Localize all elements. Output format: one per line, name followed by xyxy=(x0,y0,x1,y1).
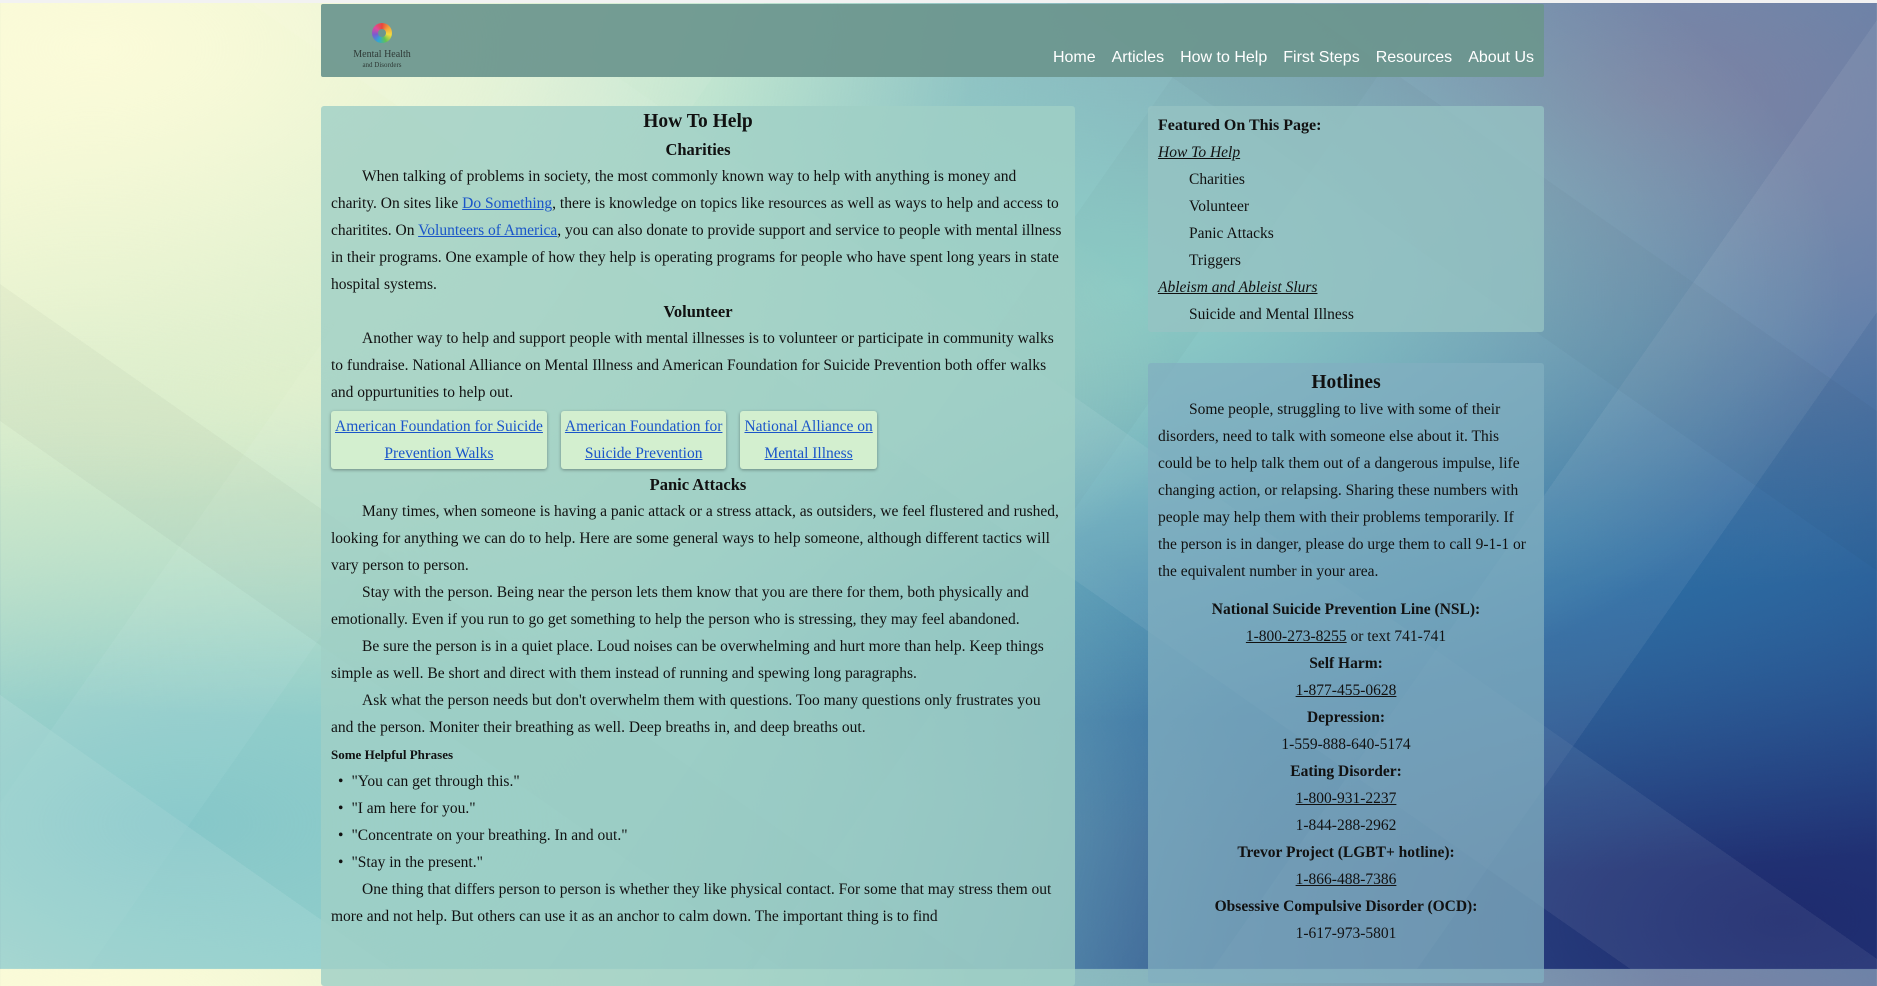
phrases-heading: Some Helpful Phrases xyxy=(331,747,454,762)
featured-link-how-to-help[interactable]: How To Help xyxy=(1158,139,1534,166)
featured-heading: Featured On This Page: xyxy=(1158,117,1322,134)
afsp-walks-line2: Prevention Walks xyxy=(384,445,494,462)
hotlines-intro: Some people, struggling to live with som… xyxy=(1158,401,1526,580)
nami-line1: National Alliance on xyxy=(744,418,873,435)
ocd-label: Obsessive Compulsive Disorder (OCD): xyxy=(1214,898,1478,915)
nav-how-to-help[interactable]: How to Help xyxy=(1180,48,1267,68)
nami-button[interactable]: National Alliance on Mental Illness xyxy=(740,411,877,469)
nami-line2: Mental Illness xyxy=(764,445,853,462)
volunteers-of-america-link[interactable]: Volunteers of America xyxy=(418,222,557,239)
featured-sub-volunteer[interactable]: Volunteer xyxy=(1158,193,1534,220)
self-harm-label: Self Harm: xyxy=(1309,655,1383,672)
nsl-number[interactable]: 1-800-273-8255 xyxy=(1246,628,1347,645)
list-item: "Concentrate on your breathing. In and o… xyxy=(331,822,1065,849)
eating-disorder-number-1[interactable]: 1-800-931-2237 xyxy=(1296,790,1397,807)
volunteer-paragraph: Another way to help and support people w… xyxy=(331,330,1054,401)
logo-title: Mental Health xyxy=(353,49,411,60)
nsl-label: National Suicide Prevention Line (NSL): xyxy=(1211,601,1481,618)
charities-heading: Charities xyxy=(665,140,731,159)
panic-paragraph-4: Ask what the person needs but don't over… xyxy=(331,692,1041,736)
volunteer-links: American Foundation for Suicide Preventio… xyxy=(331,411,1065,469)
eating-disorder-number-2: 1-844-288-2962 xyxy=(1295,817,1397,834)
nav-articles[interactable]: Articles xyxy=(1112,48,1164,68)
nav-first-steps[interactable]: First Steps xyxy=(1283,48,1359,68)
depression-number: 1-559-888-640-5174 xyxy=(1281,736,1411,753)
list-item: "Stay in the present." xyxy=(331,849,1065,876)
featured-box: Featured On This Page: How To Help Chari… xyxy=(1148,106,1544,332)
hotlines-box: Hotlines Some people, struggling to live… xyxy=(1148,363,1544,983)
nami-link[interactable]: National Alliance on Mental Illness xyxy=(744,418,872,462)
afsp-walks-button[interactable]: American Foundation for Suicide Preventio… xyxy=(331,411,547,469)
panic-paragraph-1: Many times, when someone is having a pan… xyxy=(331,503,1059,574)
panic-paragraph-3: Be sure the person is in a quiet place. … xyxy=(331,638,1044,682)
top-strip xyxy=(0,0,1877,3)
featured-sub-charities[interactable]: Charities xyxy=(1158,166,1534,193)
main-nav: Home Articles How to Help First Steps Re… xyxy=(1053,48,1544,68)
hotlines-list: National Suicide Prevention Line (NSL): … xyxy=(1158,596,1534,947)
logo-ring-icon xyxy=(372,23,392,43)
panic-heading: Panic Attacks xyxy=(649,475,747,494)
eating-disorder-label: Eating Disorder: xyxy=(1290,763,1402,780)
panic-paragraph-5: One thing that differs person to person … xyxy=(331,881,1052,925)
hotlines-heading: Hotlines xyxy=(1311,372,1381,393)
afsp-walks-line1: American Foundation for Suicide xyxy=(335,418,543,435)
panic-paragraph-2: Stay with the person. Being near the per… xyxy=(331,584,1029,628)
featured-sub-triggers[interactable]: Triggers xyxy=(1158,247,1534,274)
afsp-line1: American Foundation for xyxy=(564,418,723,435)
afsp-link[interactable]: American Foundation for Suicide Preventio… xyxy=(565,418,723,462)
list-item: "I am here for you." xyxy=(331,795,1065,822)
logo-subtitle: and Disorders xyxy=(362,61,402,69)
depression-label: Depression: xyxy=(1306,709,1386,726)
trevor-number[interactable]: 1-866-488-7386 xyxy=(1296,871,1397,888)
nsl-line: 1-800-273-8255 or text 741-741 xyxy=(1158,623,1534,650)
phrases-list: "You can get through this." "I am here f… xyxy=(331,768,1065,876)
afsp-line2: Suicide Prevention xyxy=(584,445,703,462)
site-logo[interactable]: Mental Health and Disorders xyxy=(345,18,425,76)
site-header: Mental Health and Disorders Home Article… xyxy=(321,4,1544,77)
charities-paragraph: When talking of problems in society, the… xyxy=(331,163,1065,298)
featured-sub-suicide[interactable]: Suicide and Mental Illness xyxy=(1158,301,1534,328)
afsp-walks-link[interactable]: American Foundation for Suicide Preventio… xyxy=(335,418,543,462)
ocd-number: 1-617-973-5801 xyxy=(1295,925,1397,942)
do-something-link[interactable]: Do Something xyxy=(462,195,552,212)
featured-sub-panic-attacks[interactable]: Panic Attacks xyxy=(1158,220,1534,247)
nav-about-us[interactable]: About Us xyxy=(1468,48,1534,68)
nsl-text: or text 741-741 xyxy=(1346,628,1447,645)
featured-link-ableism[interactable]: Ableism and Ableist Slurs xyxy=(1158,274,1534,301)
nav-resources[interactable]: Resources xyxy=(1376,48,1452,68)
trevor-label: Trevor Project (LGBT+ hotline): xyxy=(1237,844,1455,861)
self-harm-number[interactable]: 1-877-455-0628 xyxy=(1296,682,1397,699)
page-title: How To Help xyxy=(643,111,753,132)
volunteer-heading: Volunteer xyxy=(663,302,733,321)
list-item: "You can get through this." xyxy=(331,768,1065,795)
afsp-button[interactable]: American Foundation for Suicide Preventio… xyxy=(560,411,727,469)
main-content: How To Help Charities When talking of pr… xyxy=(321,106,1075,986)
nav-home[interactable]: Home xyxy=(1053,48,1096,68)
